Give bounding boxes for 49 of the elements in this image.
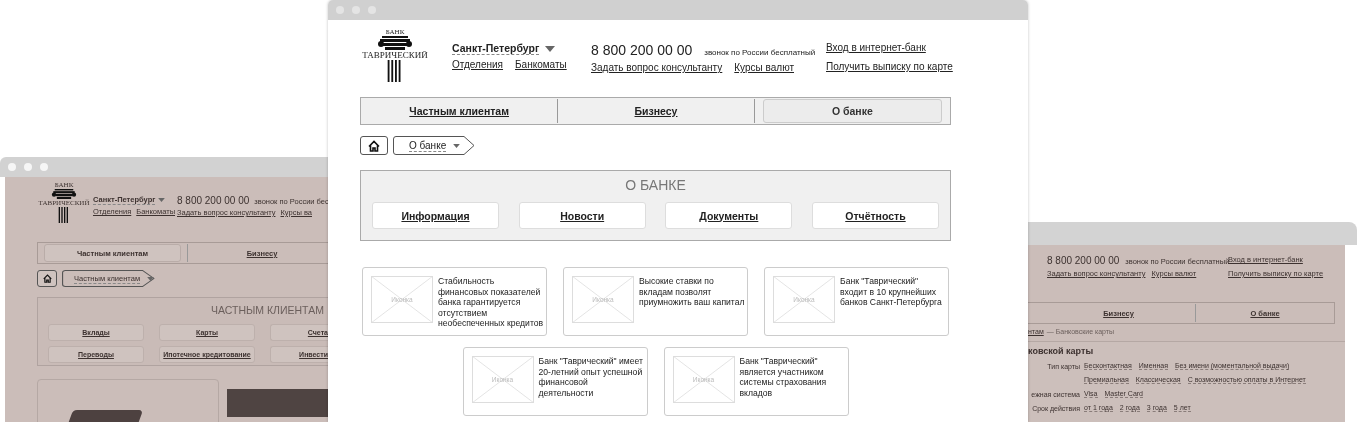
filter-title: ковской карты <box>1028 346 1095 358</box>
link[interactable]: Курсы валют <box>734 62 794 73</box>
card-text: Банк "Таврический" имеет 20-летний опыт успешной финансовой деятельности <box>538 356 644 400</box>
link[interactable]: Задать вопрос консультанту <box>591 62 723 73</box>
city-selector[interactable]: Санкт-Петербург <box>452 42 540 55</box>
card-text: Высокие ставки по вкладам позволят приумножить ваш капитал <box>639 276 745 309</box>
phone-number: 8 800 200 00 00 <box>177 195 250 206</box>
section-title: ЧАСТНЫМ КЛИЕНТАМ <box>210 303 325 318</box>
caret-icon <box>453 143 461 148</box>
link[interactable]: Получить выписку по карте <box>826 61 953 72</box>
section-button[interactable]: Информация <box>372 202 499 229</box>
column-shaft-icon <box>58 207 70 223</box>
window-dot[interactable] <box>24 163 32 171</box>
section-button[interactable]: Документы <box>665 202 793 229</box>
link[interactable]: Отделения <box>452 59 503 70</box>
logo-text: ТАВРИЧЕСКИЙ <box>362 50 428 60</box>
home-button[interactable] <box>37 270 57 287</box>
breadcrumb-dropdown[interactable]: О банке <box>393 136 475 155</box>
card-text: Банк "Таврический" входит в 10 крупнейших банков Санкт-Петербурга <box>840 276 943 309</box>
home-icon <box>42 274 52 283</box>
link[interactable]: Банкоматы <box>515 59 567 70</box>
home-button[interactable] <box>360 136 388 155</box>
home-icon <box>368 139 380 152</box>
section-button[interactable]: Новости <box>518 202 646 229</box>
window-dot[interactable] <box>40 163 48 171</box>
nav-tab[interactable]: Частным клиентам <box>369 99 550 123</box>
image-placeholder <box>572 276 634 323</box>
column-capital-icon <box>51 189 77 199</box>
nav-tab[interactable]: Бизнесу <box>566 99 746 123</box>
caret-icon <box>158 198 166 202</box>
link[interactable]: Вход в интернет-банк <box>826 42 926 53</box>
window-dot[interactable] <box>8 163 16 171</box>
phone-number: 8 800 200 00 00 <box>1047 255 1120 266</box>
image-placeholder <box>471 356 534 403</box>
column-capital-icon <box>377 36 413 50</box>
card-text: Банк "Таврический" является участником системы страхования вкладов <box>739 356 828 400</box>
image-placeholder <box>672 356 735 403</box>
section-title: О БАНКЕ <box>624 176 687 195</box>
nav-tab[interactable]: О банке <box>762 99 942 123</box>
image-placeholder <box>773 276 835 323</box>
phone-number: 8 800 200 00 00 <box>591 42 693 58</box>
card-text: Стабильность финансовых показателей банка гарантируется отсутствием необеспеченных кредитов <box>438 276 544 329</box>
phone-note: звонок по России бесплатный <box>704 48 816 57</box>
caret-icon <box>147 276 155 281</box>
caret-icon <box>545 45 556 52</box>
image-placeholder <box>371 276 433 323</box>
promo-card[interactable] <box>37 379 219 422</box>
section-button[interactable]: Отчётность <box>811 202 939 229</box>
column-shaft-icon <box>387 60 403 82</box>
